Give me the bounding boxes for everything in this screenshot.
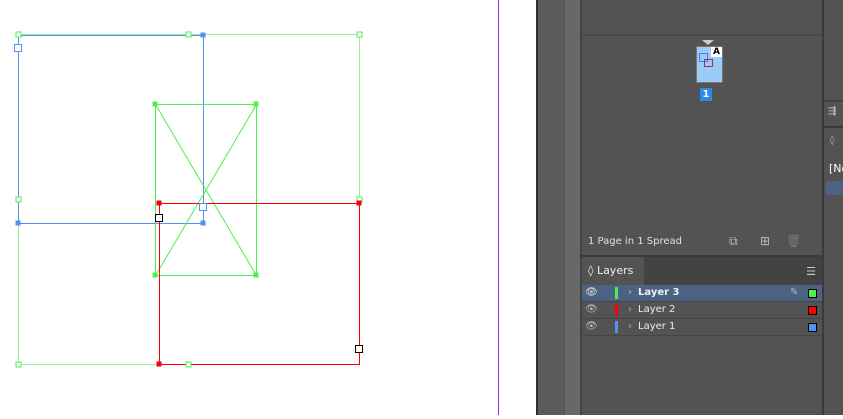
collapse-icon[interactable]: ◊ (830, 136, 834, 146)
blue-frame[interactable] (18, 35, 204, 224)
red-frame[interactable] (159, 203, 360, 365)
layers-panel: ◊ Layers ☰ 👁 › Layer 3 ✎ 👁 › Layer 2 👁 › Lay… (580, 255, 822, 415)
layer-color-swatch[interactable] (808, 306, 817, 315)
green-handles[interactable] (15, 31, 363, 368)
canvas-artwork (14, 0, 499, 415)
layer-row[interactable]: 👁 › Layer 1 (582, 319, 822, 336)
chevron-right-icon[interactable]: › (628, 302, 632, 318)
edit-page-size-icon[interactable]: ⧉ (729, 234, 738, 249)
chevron-right-icon[interactable]: › (628, 285, 632, 301)
none-style-item[interactable]: [No (829, 162, 843, 175)
layer-color-swatch[interactable] (808, 289, 817, 298)
panel-dock (536, 0, 564, 415)
collapse-icon: ◊ (588, 264, 597, 277)
selected-row[interactable] (826, 181, 843, 195)
tab-layers[interactable]: ◊ Layers (582, 257, 644, 285)
blue-handles[interactable] (14, 32, 207, 226)
page-number[interactable]: 1 (700, 88, 712, 101)
panel-dock-strip (564, 0, 581, 415)
document-canvas[interactable] (0, 0, 536, 415)
text-wrap-icon[interactable]: ⇶ (828, 106, 836, 117)
eye-icon[interactable]: 👁 (585, 319, 598, 335)
master-indicator-icon (702, 40, 714, 45)
right-panel: ⇶ ◊ [No (822, 0, 843, 415)
green-frame-large[interactable] (18, 34, 360, 365)
green-image-frame[interactable] (155, 104, 257, 276)
layer-color-swatch[interactable] (808, 323, 817, 332)
page-thumbnail[interactable]: A (696, 46, 723, 83)
master-label: A (711, 47, 722, 57)
panel-menu-icon[interactable]: ☰ (806, 265, 816, 278)
layer-row[interactable]: 👁 › Layer 2 (582, 302, 822, 319)
trash-icon[interactable]: 🗑 (786, 234, 801, 248)
pages-status: 1 Page in 1 Spread (588, 236, 682, 247)
chevron-right-icon[interactable]: › (628, 319, 632, 335)
layer-row[interactable]: 👁 › Layer 3 ✎ (582, 285, 822, 302)
eye-icon[interactable]: 👁 (585, 302, 598, 318)
pencil-icon: ✎ (790, 287, 799, 298)
new-page-icon[interactable]: ⊞ (760, 234, 770, 248)
pages-panel (580, 0, 822, 255)
red-handles[interactable] (155, 200, 363, 367)
eye-icon[interactable]: 👁 (585, 285, 598, 301)
